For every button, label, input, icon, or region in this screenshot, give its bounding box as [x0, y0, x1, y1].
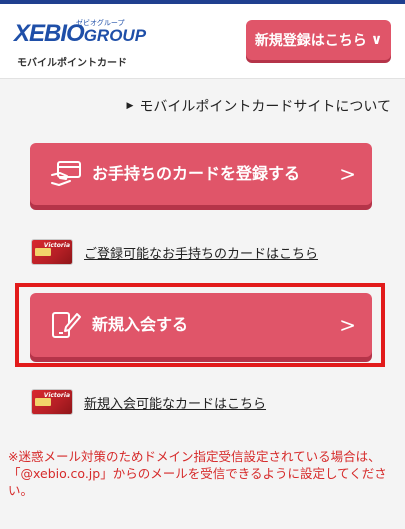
registrable-cards-label: ご登録可能なお手持ちのカードはこちら	[84, 246, 319, 262]
victoria-card-image: Victoria	[32, 390, 72, 414]
logo-wordmark: XEBIOGROUP	[14, 20, 146, 48]
victoria-card-image: Victoria	[32, 240, 72, 264]
chevron-down-icon: ∨	[370, 32, 383, 48]
chevron-right-icon: >	[339, 313, 356, 337]
logo-main-text: XEBIO	[14, 20, 85, 47]
card-hand-icon	[51, 161, 81, 186]
triangle-right-icon: ▶	[126, 101, 134, 111]
spam-filter-notice: ※迷惑メール対策のためドメイン指定受信設定されている場合は、「@xebio.co…	[8, 449, 387, 498]
phone-pen-icon	[52, 312, 81, 338]
new-registration-button[interactable]: 新規登録はこちら ∨	[246, 20, 391, 60]
xebio-group-logo[interactable]: ゼビオグループ XEBIOGROUP モバイルポイントカード	[14, 18, 146, 69]
register-owned-card-label: お手持ちのカードを登録する	[92, 164, 301, 183]
registrable-cards-link[interactable]: Victoria ご登録可能なお手持ちのカードはこちら	[32, 240, 318, 264]
about-site-link[interactable]: ▶ モバイルポイントカードサイトについて	[126, 96, 391, 116]
new-registration-label: 新規登録はこちら	[254, 33, 367, 49]
register-owned-card-button[interactable]: お手持ちのカードを登録する >	[30, 143, 372, 205]
about-site-label: モバイルポイントカードサイトについて	[139, 99, 391, 115]
card-stripe	[35, 398, 51, 406]
card-stripe	[35, 248, 51, 256]
site-header: ゼビオグループ XEBIOGROUP モバイルポイントカード 新規登録はこちら …	[0, 4, 405, 79]
logo-group-text: GROUP	[83, 26, 147, 45]
new-member-cards-label: 新規入会可能なカードはこちら	[84, 396, 267, 412]
chevron-right-icon: >	[339, 162, 356, 186]
new-member-label: 新規入会する	[92, 315, 189, 334]
new-member-button[interactable]: 新規入会する >	[30, 293, 372, 357]
logo-caption: モバイルポイントカード	[17, 58, 127, 69]
new-member-cards-link[interactable]: Victoria 新規入会可能なカードはこちら	[32, 390, 266, 414]
